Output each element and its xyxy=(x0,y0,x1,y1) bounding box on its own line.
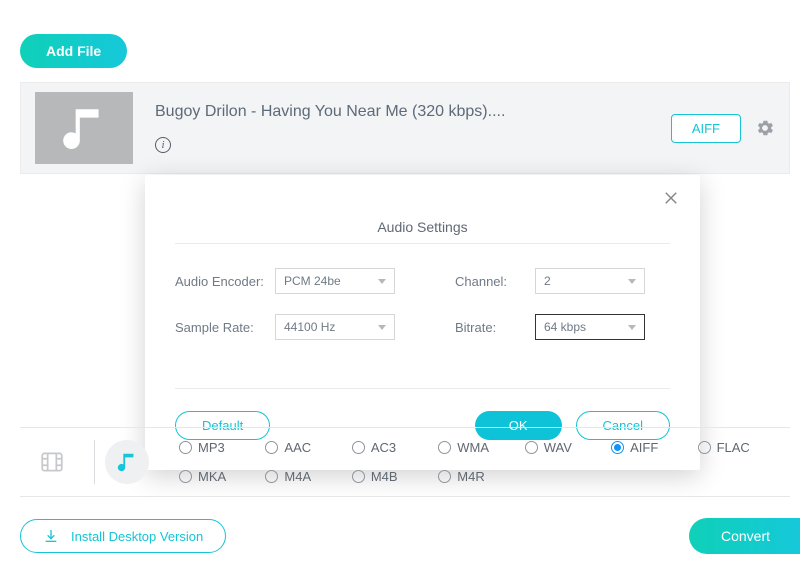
format-radio-label: AIFF xyxy=(630,440,658,455)
radio-icon xyxy=(698,441,711,454)
encoder-label: Audio Encoder: xyxy=(175,274,275,289)
radio-icon xyxy=(352,470,365,483)
chevron-down-icon xyxy=(378,325,386,330)
format-radio-flac[interactable]: FLAC xyxy=(698,440,780,455)
audio-settings-modal: Audio Settings Audio Encoder: PCM 24be C… xyxy=(145,175,700,470)
close-icon[interactable] xyxy=(662,189,680,212)
audio-tab[interactable] xyxy=(105,440,149,484)
chevron-down-icon xyxy=(628,279,636,284)
install-desktop-button[interactable]: Install Desktop Version xyxy=(20,519,226,553)
sample-rate-value: 44100 Hz xyxy=(284,320,335,334)
radio-icon xyxy=(352,441,365,454)
channel-value: 2 xyxy=(544,274,551,288)
bitrate-dropdown[interactable]: 64 kbps xyxy=(535,314,645,340)
radio-icon xyxy=(611,441,624,454)
install-desktop-label: Install Desktop Version xyxy=(71,529,203,544)
format-radio-wma[interactable]: WMA xyxy=(438,440,520,455)
format-radio-label: WMA xyxy=(457,440,489,455)
channel-label: Channel: xyxy=(455,274,535,289)
format-radio-label: MP3 xyxy=(198,440,225,455)
format-radio-label: AC3 xyxy=(371,440,396,455)
format-bar: MP3 AAC AC3 WMA WAV AIFF FLAC MKA M4A M4B M4R xyxy=(20,427,790,497)
radio-icon xyxy=(265,470,278,483)
download-icon xyxy=(43,528,59,544)
format-radio-label: M4B xyxy=(371,469,398,484)
sample-rate-label: Sample Rate: xyxy=(175,320,275,335)
bitrate-label: Bitrate: xyxy=(455,320,535,335)
format-radio-label: M4R xyxy=(457,469,484,484)
encoder-value: PCM 24be xyxy=(284,274,341,288)
file-card: Bugoy Drilon - Having You Near Me (320 k… xyxy=(20,82,790,174)
format-radio-label: MKA xyxy=(198,469,226,484)
format-radio-aac[interactable]: AAC xyxy=(265,440,347,455)
music-note-icon xyxy=(59,103,109,153)
radio-icon xyxy=(438,470,451,483)
format-radio-mka[interactable]: MKA xyxy=(179,469,261,484)
radio-icon xyxy=(525,441,538,454)
radio-icon xyxy=(265,441,278,454)
channel-dropdown[interactable]: 2 xyxy=(535,268,645,294)
video-tab[interactable] xyxy=(30,440,74,484)
info-icon[interactable]: i xyxy=(155,137,171,153)
file-meta: Bugoy Drilon - Having You Near Me (320 k… xyxy=(155,103,671,153)
format-radio-label: WAV xyxy=(544,440,572,455)
file-thumbnail xyxy=(35,92,133,164)
radio-icon xyxy=(179,470,192,483)
file-title: Bugoy Drilon - Having You Near Me (320 k… xyxy=(155,103,671,121)
radio-icon xyxy=(438,441,451,454)
format-radio-m4r[interactable]: M4R xyxy=(438,469,520,484)
video-icon xyxy=(39,449,65,475)
convert-button[interactable]: Convert xyxy=(689,518,800,554)
format-radio-label: AAC xyxy=(284,440,311,455)
format-radio-label: FLAC xyxy=(717,440,750,455)
format-radio-ac3[interactable]: AC3 xyxy=(352,440,434,455)
add-file-button[interactable]: Add File xyxy=(20,34,127,68)
format-radio-grid: MP3 AAC AC3 WMA WAV AIFF FLAC MKA M4A M4B M4R xyxy=(159,440,780,484)
chevron-down-icon xyxy=(378,279,386,284)
music-icon xyxy=(116,451,138,473)
format-radio-aiff[interactable]: AIFF xyxy=(611,440,693,455)
chevron-down-icon xyxy=(628,325,636,330)
format-chip[interactable]: AIFF xyxy=(671,114,741,143)
format-radio-wav[interactable]: WAV xyxy=(525,440,607,455)
sample-rate-dropdown[interactable]: 44100 Hz xyxy=(275,314,395,340)
format-radio-mp3[interactable]: MP3 xyxy=(179,440,261,455)
format-radio-m4a[interactable]: M4A xyxy=(265,469,347,484)
bitrate-value: 64 kbps xyxy=(544,320,586,334)
bottom-bar: Install Desktop Version Convert xyxy=(20,518,790,554)
divider xyxy=(94,440,95,484)
modal-title: Audio Settings xyxy=(175,191,670,244)
format-radio-m4b[interactable]: M4B xyxy=(352,469,434,484)
radio-icon xyxy=(179,441,192,454)
gear-icon[interactable] xyxy=(755,118,775,138)
encoder-dropdown[interactable]: PCM 24be xyxy=(275,268,395,294)
format-radio-label: M4A xyxy=(284,469,311,484)
